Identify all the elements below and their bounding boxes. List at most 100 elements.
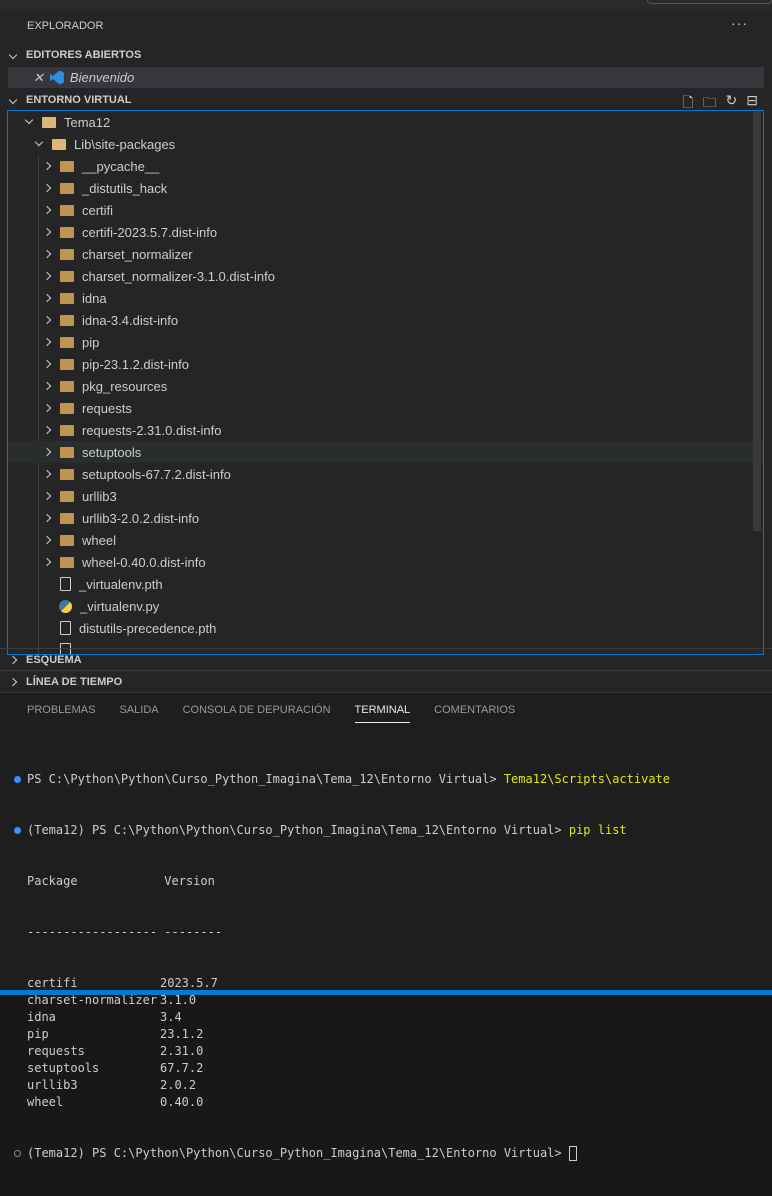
folder-icon xyxy=(60,468,74,480)
tree-file[interactable]: _virtualenv.py xyxy=(8,595,763,617)
command: Tema12\Scripts\activate xyxy=(503,772,670,786)
tree-folder[interactable]: requests-2.31.0.dist-info xyxy=(8,419,763,441)
tab-terminal[interactable]: TERMINAL xyxy=(354,704,411,723)
terminal-line: PS C:\Python\Python\Curso_Python_Imagina… xyxy=(14,771,670,788)
tree-folder[interactable]: setuptools xyxy=(8,441,763,463)
tree-label: pip xyxy=(82,334,100,350)
tree-label: Lib\site-packages xyxy=(74,136,176,152)
folder-icon xyxy=(60,490,74,502)
chevron-right-icon xyxy=(42,205,52,215)
prompt: (Tema12) PS C:\Python\Python\Curso_Pytho… xyxy=(27,823,569,837)
tree-folder[interactable]: _distutils_hack xyxy=(8,177,763,199)
package-name: wheel xyxy=(27,1095,64,1109)
terminal-output[interactable]: PS C:\Python\Python\Curso_Python_Imagina… xyxy=(14,737,670,1196)
section-timeline[interactable]: LÍNEA DE TIEMPO xyxy=(0,670,772,692)
terminal-line: (Tema12) PS C:\Python\Python\Curso_Pytho… xyxy=(14,1145,670,1162)
folder-icon xyxy=(60,380,74,392)
tree-folder[interactable]: pkg_resources xyxy=(8,375,763,397)
command-pending-dot-icon xyxy=(14,1150,21,1157)
package-version: 2023.5.7 xyxy=(160,976,218,990)
tree-folder[interactable]: setuptools-67.7.2.dist-info xyxy=(8,463,763,485)
folder-icon xyxy=(60,402,74,414)
folder-icon xyxy=(60,204,74,216)
section-title: EDITORES ABIERTOS xyxy=(26,49,142,61)
section-outline[interactable]: ESQUEMA xyxy=(0,648,772,670)
chevron-right-icon xyxy=(42,403,52,413)
folder-open-icon xyxy=(52,138,66,150)
tree-label: pkg_resources xyxy=(82,378,168,394)
folder-open-icon xyxy=(42,116,56,128)
tree-folder[interactable]: __pycache__ xyxy=(8,155,763,177)
tab-problemas[interactable]: PROBLEMAS xyxy=(27,704,95,723)
package-name: setuptools xyxy=(27,1061,100,1075)
chevron-right-icon xyxy=(42,161,52,171)
command-success-dot-icon xyxy=(14,776,21,783)
tree-label: urllib3-2.0.2.dist-info xyxy=(82,510,200,526)
chevron-down-icon xyxy=(24,115,34,125)
chevron-right-icon xyxy=(42,447,52,457)
tab-salida[interactable]: SALIDA xyxy=(119,704,158,723)
tree-label: pip-23.1.2.dist-info xyxy=(82,356,189,372)
chevron-right-icon xyxy=(42,381,52,391)
package-row: pip 23.1.2 xyxy=(14,1026,670,1043)
package-name: urllib3 xyxy=(27,1078,78,1092)
tree-label: idna-3.4.dist-info xyxy=(82,312,179,328)
folder-icon xyxy=(60,534,74,546)
scrollbar[interactable] xyxy=(753,111,761,531)
tree-folder-root[interactable]: Tema12 xyxy=(8,111,763,133)
tree-folder[interactable]: idna xyxy=(8,287,763,309)
folder-icon xyxy=(60,248,74,260)
tree-label: _distutils_hack xyxy=(82,180,168,196)
section-title: ENTORNO VIRTUAL xyxy=(26,94,132,106)
chevron-right-icon xyxy=(42,491,52,501)
file-tree: Tema12 Lib\site-packages __pycache__ _dis… xyxy=(7,110,764,655)
package-version: 2.0.2 xyxy=(160,1078,197,1092)
tree-folder[interactable]: pip-23.1.2.dist-info xyxy=(8,353,763,375)
tree-label: charset_normalizer-3.1.0.dist-info xyxy=(82,268,275,284)
tree-folder[interactable]: urllib3 xyxy=(8,485,763,507)
tree-folder-site-packages[interactable]: Lib\site-packages xyxy=(8,133,763,155)
folder-icon xyxy=(60,314,74,326)
command: pip list xyxy=(568,823,627,837)
tree-label: distutils-precedence.pth xyxy=(79,620,217,636)
tree-folder[interactable]: requests xyxy=(8,397,763,419)
section-title: ESQUEMA xyxy=(26,653,82,666)
open-editor-bienvenido[interactable]: ✕ Bienvenido xyxy=(8,67,764,88)
package-version: 3.1.0 xyxy=(160,993,197,1007)
tree-label: __pycache__ xyxy=(82,158,160,174)
tree-folder[interactable]: charset_normalizer-3.1.0.dist-info xyxy=(8,265,763,287)
tree-folder[interactable]: certifi xyxy=(8,199,763,221)
close-icon[interactable]: ✕ xyxy=(33,70,44,86)
tree-folder[interactable]: charset_normalizer xyxy=(8,243,763,265)
chevron-right-icon xyxy=(42,249,52,259)
package-row: urllib3 2.0.2 xyxy=(14,1077,670,1094)
more-actions-icon[interactable]: ··· xyxy=(731,15,748,31)
tree-folder[interactable]: wheel-0.40.0.dist-info xyxy=(8,551,763,573)
package-version: 23.1.2 xyxy=(160,1027,204,1041)
tree-folder[interactable]: pip xyxy=(8,331,763,353)
search-box[interactable] xyxy=(647,0,772,4)
tree-label: _virtualenv.pth xyxy=(79,576,163,592)
tree-label: certifi-2023.5.7.dist-info xyxy=(82,224,218,240)
chevron-right-icon xyxy=(42,425,52,435)
package-row: wheel 0.40.0 xyxy=(14,1094,670,1111)
section-workspace[interactable]: ENTORNO VIRTUAL 🗋 🗀 ↻ ⊟ xyxy=(0,89,772,111)
tree-folder[interactable]: idna-3.4.dist-info xyxy=(8,309,763,331)
open-editor-label: Bienvenido xyxy=(69,70,135,85)
section-title: LÍNEA DE TIEMPO xyxy=(26,675,123,688)
chevron-right-icon xyxy=(42,271,52,281)
package-name: pip xyxy=(27,1027,49,1041)
tree-folder[interactable]: certifi-2023.5.7.dist-info xyxy=(8,221,763,243)
folder-icon xyxy=(60,270,74,282)
tree-folder[interactable]: wheel xyxy=(8,529,763,551)
folder-icon xyxy=(60,226,74,238)
tree-file[interactable]: _virtualenv.pth xyxy=(8,573,763,595)
tab-consola[interactable]: CONSOLA DE DEPURACIÓN xyxy=(183,704,331,723)
folder-icon xyxy=(60,556,74,568)
package-version: 0.40.0 xyxy=(160,1095,204,1109)
tab-comentarios[interactable]: COMENTARIOS xyxy=(434,704,515,723)
section-open-editors[interactable]: EDITORES ABIERTOS xyxy=(0,44,772,66)
tree-folder[interactable]: urllib3-2.0.2.dist-info xyxy=(8,507,763,529)
folder-icon xyxy=(60,424,74,436)
tree-file[interactable]: distutils-precedence.pth xyxy=(8,617,763,639)
